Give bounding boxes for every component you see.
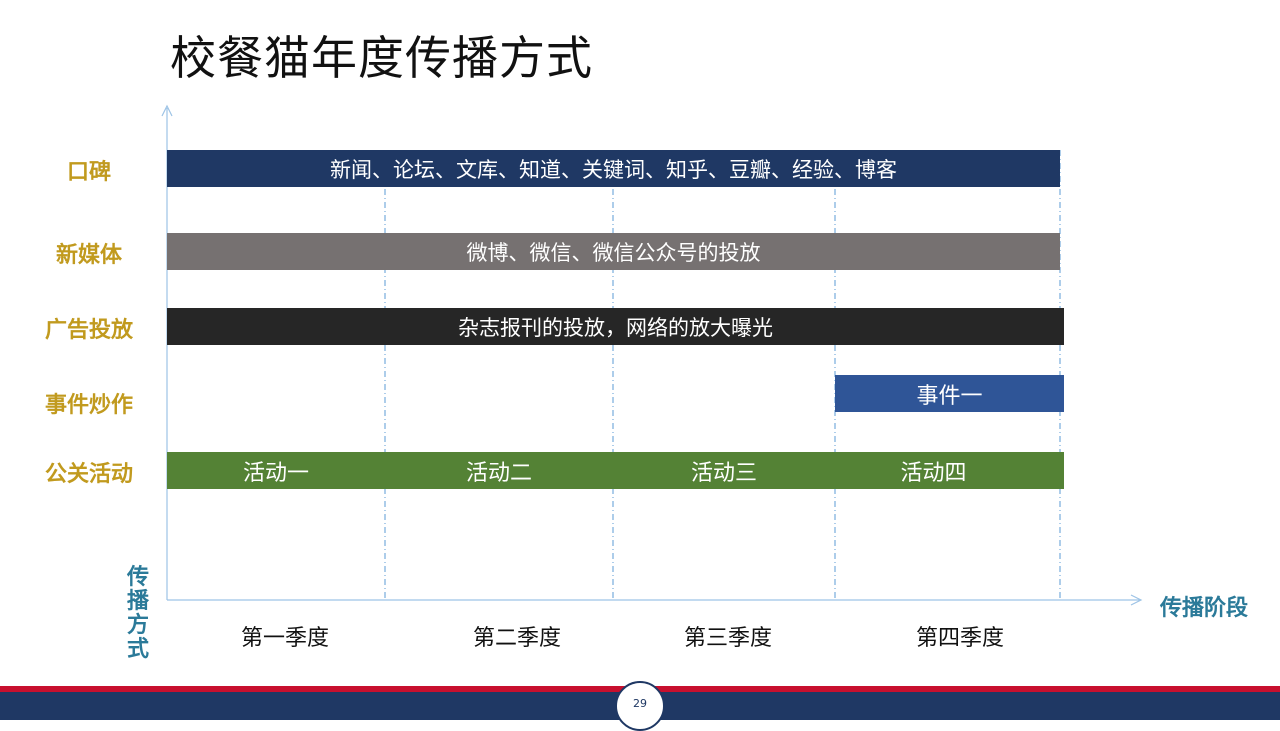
pr-activity-segment: 活动四: [900, 460, 967, 486]
bar-event-hype: 事件一: [835, 375, 1064, 412]
bar-new-media: 微博、微信、微信公众号的投放: [167, 233, 1060, 270]
x-axis-arrow: [1130, 594, 1143, 606]
row-label-word-of-mouth: 口碑: [66, 160, 111, 185]
bar-word-of-mouth: 新闻、论坛、文库、知道、关键词、知乎、豆瓣、经验、博客: [167, 150, 1060, 187]
pr-activity-segment: 活动三: [690, 460, 757, 486]
row-label-advertising: 广告投放: [44, 318, 133, 343]
pr-activity-segment: 活动一: [242, 460, 309, 486]
page-number-badge: 29: [615, 681, 665, 731]
quarter-label: 第二季度: [472, 626, 561, 651]
bar-new-media-text: 微博、微信、微信公众号的投放: [466, 240, 761, 265]
bar-pr-activity: 活动一 活动二 活动三 活动四: [167, 452, 1064, 489]
row-label-event-hype: 事件炒作: [44, 393, 133, 418]
bar-word-of-mouth-text: 新闻、论坛、文库、知道、关键词、知乎、豆瓣、经验、博客: [330, 157, 897, 182]
bar-advertising-text: 杂志报刊的投放，网络的放大曝光: [458, 315, 773, 340]
quarter-label: 第三季度: [683, 626, 772, 651]
pr-activity-segment: 活动二: [465, 460, 532, 486]
x-axis-title: 传播阶段: [1160, 596, 1249, 621]
y-axis-title: 传播方式: [126, 565, 149, 662]
timeline-axes: [161, 104, 1143, 606]
row-label-pr-activity: 公关活动: [44, 462, 133, 487]
page-title: 校餐猫年度传播方式: [170, 31, 593, 85]
y-axis-arrow: [161, 104, 173, 117]
bar-event-hype-text: 事件一: [916, 383, 983, 409]
page-number: 29: [633, 696, 647, 710]
quarter-label: 第一季度: [240, 626, 329, 651]
row-label-new-media: 新媒体: [55, 243, 122, 268]
bar-advertising: 杂志报刊的投放，网络的放大曝光: [167, 308, 1064, 345]
quarter-label: 第四季度: [915, 626, 1004, 651]
